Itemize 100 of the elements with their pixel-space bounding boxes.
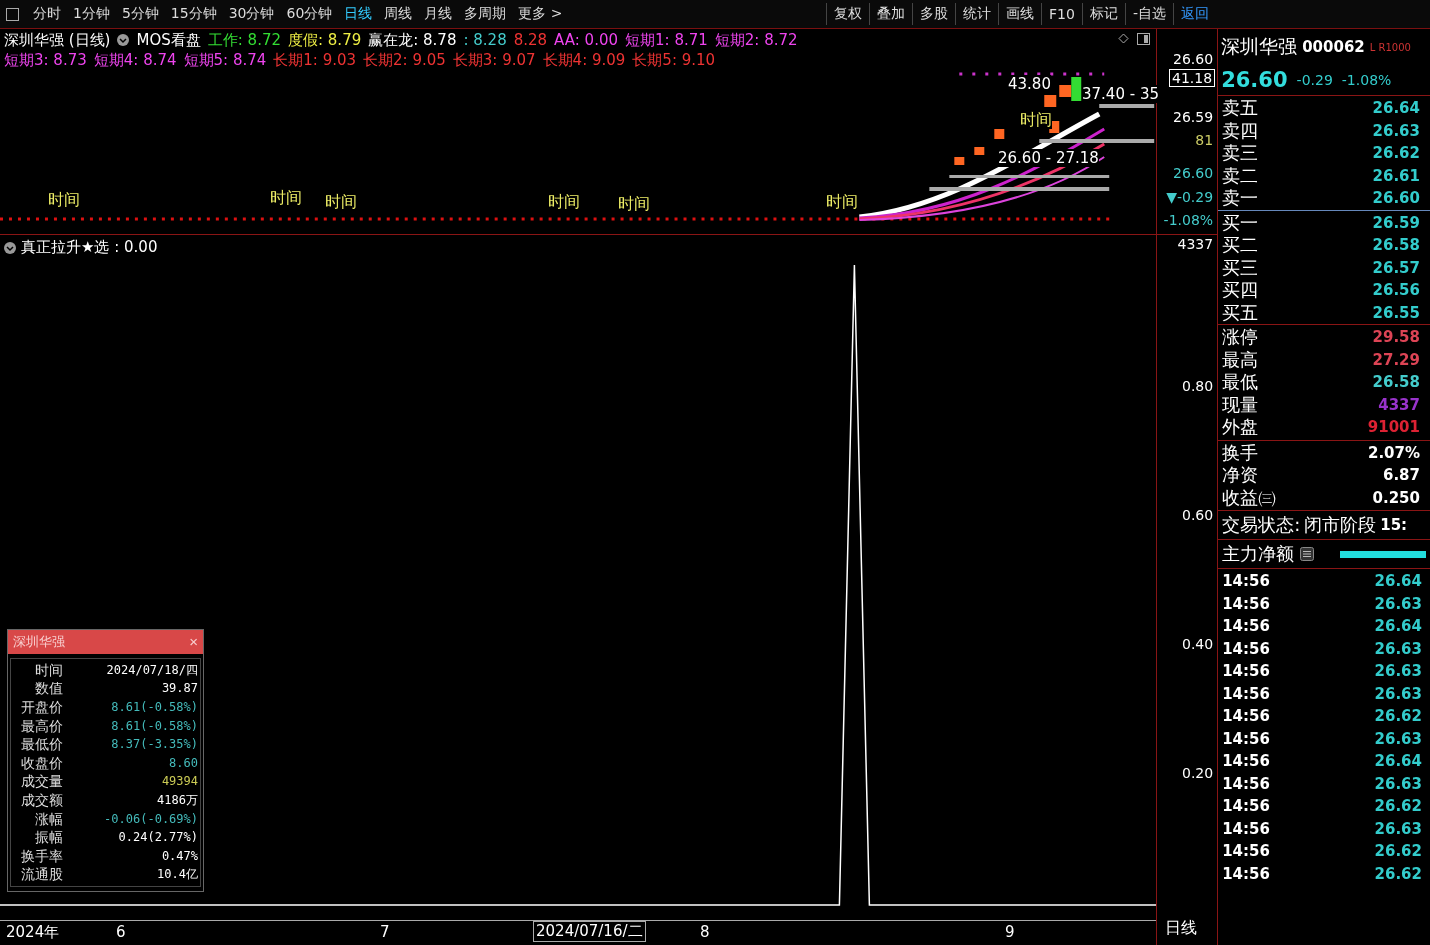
stat-value: 91001 bbox=[1367, 418, 1420, 437]
field-label: 涨幅 bbox=[34, 809, 63, 829]
legend-value: 短期2: 8.72 bbox=[714, 30, 798, 50]
legend-value: 长期5: 9.10 bbox=[632, 50, 716, 70]
toolbar-button[interactable]: 复权 bbox=[826, 3, 870, 25]
price-change: -0.29 bbox=[1296, 72, 1333, 88]
chart-label: 时间 bbox=[826, 193, 858, 211]
trade-price: 26.64 bbox=[1374, 752, 1422, 771]
toolbar-button[interactable]: 标记 bbox=[1081, 3, 1125, 25]
chart-label: 37.40 - 35 bbox=[1082, 85, 1159, 103]
toolbar-button[interactable]: 多股 bbox=[912, 3, 956, 25]
stat-label: 现量 bbox=[1222, 392, 1259, 417]
legend-value: 长期2: 9.05 bbox=[363, 50, 446, 70]
field-label: 振幅 bbox=[34, 828, 63, 847]
window-toggle-icon[interactable] bbox=[6, 7, 19, 21]
order-price: 26.63 bbox=[1372, 121, 1420, 140]
stat-value: 29.58 bbox=[1372, 328, 1420, 347]
stat-value: 4337 bbox=[1378, 395, 1420, 414]
dropdown-icon[interactable] bbox=[4, 241, 16, 254]
trade-price: 26.64 bbox=[1374, 572, 1422, 591]
field-value: 0.47% bbox=[161, 847, 198, 865]
period-tab[interactable]: 5分钟 bbox=[115, 3, 165, 25]
trade-price: 26.63 bbox=[1374, 639, 1422, 658]
period-tab[interactable]: 多周期 bbox=[458, 3, 513, 25]
field-value: 0.24(2.77%) bbox=[118, 829, 198, 847]
value-axis-label: 0.60 bbox=[1181, 507, 1214, 523]
period-tab[interactable]: 分时 bbox=[27, 3, 67, 25]
time-axis-label: 7 bbox=[380, 923, 390, 941]
trade-time: 14:56 bbox=[1222, 684, 1270, 703]
chart-label: 26.60 - 27.18 bbox=[998, 149, 1099, 167]
indicator-title: 真正拉升★选 : 0.00 bbox=[21, 238, 158, 257]
flow-label: 主力净额 bbox=[1222, 542, 1295, 566]
stat-value: 27.29 bbox=[1372, 350, 1420, 369]
trade-price: 26.63 bbox=[1374, 819, 1422, 838]
trade-time: 14:56 bbox=[1222, 864, 1270, 883]
stock-name: 深圳华强 bbox=[1221, 34, 1298, 59]
dropdown-icon[interactable] bbox=[117, 34, 130, 46]
candle bbox=[994, 129, 1005, 139]
chart-label: 时间 bbox=[548, 193, 580, 211]
toolbar-button[interactable]: 叠加 bbox=[869, 3, 913, 25]
legend-value: 工作: 8.72 bbox=[207, 30, 281, 50]
period-tab[interactable]: 月线 bbox=[418, 3, 459, 25]
stat-label: 涨停 bbox=[1222, 325, 1259, 350]
time-axis-label: 8 bbox=[700, 923, 710, 941]
legend-value: 短期4: 8.74 bbox=[93, 50, 177, 70]
field-label: 最高价 bbox=[20, 716, 63, 736]
toolbar-button[interactable]: 统计 bbox=[955, 3, 999, 25]
field-value: 2024/07/18/四 bbox=[106, 661, 198, 679]
period-tab[interactable]: 15分钟 bbox=[164, 3, 223, 25]
order-level-label: 卖二 bbox=[1222, 163, 1259, 188]
last-price: 26.60 bbox=[1221, 68, 1288, 92]
order-level-label: 卖一 bbox=[1222, 186, 1259, 211]
order-level-label: 买一 bbox=[1222, 210, 1259, 235]
legend-value: 短期1: 8.71 bbox=[625, 30, 708, 50]
list-icon[interactable] bbox=[1300, 547, 1315, 561]
time-axis-label: 2024年 bbox=[6, 923, 60, 942]
trade-price: 26.62 bbox=[1374, 707, 1422, 726]
trade-time: 14:56 bbox=[1222, 662, 1270, 681]
trade-time: 14:56 bbox=[1222, 639, 1270, 658]
field-value: 8.61(-0.58%) bbox=[111, 699, 198, 717]
legend-value: 长期3: 9.07 bbox=[452, 50, 536, 70]
order-level-label: 买二 bbox=[1222, 233, 1259, 258]
toolbar-button[interactable]: F10 bbox=[1041, 3, 1082, 25]
trade-time: 14:56 bbox=[1222, 842, 1270, 861]
order-level-label: 卖四 bbox=[1222, 118, 1259, 143]
panel-icon[interactable] bbox=[1137, 33, 1151, 45]
period-tab[interactable]: 日线 bbox=[338, 3, 379, 25]
toolbar-button[interactable]: 画线 bbox=[998, 3, 1042, 25]
trade-time: 14:56 bbox=[1222, 707, 1270, 726]
trade-price: 26.62 bbox=[1374, 864, 1422, 883]
trade-time: 14:56 bbox=[1222, 819, 1270, 838]
diamond-icon[interactable] bbox=[1118, 33, 1130, 44]
stat-value: 2.07% bbox=[1367, 443, 1420, 462]
price-axis-label: -1.08% bbox=[1163, 212, 1214, 228]
price-axis-label: ▼-0.29 bbox=[1166, 189, 1214, 205]
legend-value: 长期4: 9.09 bbox=[542, 50, 626, 70]
period-tab[interactable]: 60分钟 bbox=[280, 3, 339, 25]
trade-time: 14:56 bbox=[1222, 774, 1270, 793]
field-value: 4186万 bbox=[157, 792, 198, 810]
period-tab[interactable]: 周线 bbox=[378, 3, 419, 25]
field-value: 49394 bbox=[161, 773, 198, 791]
period-tab[interactable]: 1分钟 bbox=[67, 3, 116, 25]
toolbar-button[interactable]: 返回 bbox=[1173, 3, 1216, 25]
time-axis-label: 9 bbox=[1005, 923, 1015, 941]
order-level-label: 卖五 bbox=[1222, 96, 1259, 121]
status-time: 15: bbox=[1380, 516, 1408, 534]
candle bbox=[1044, 95, 1057, 107]
trade-price: 26.63 bbox=[1374, 729, 1422, 748]
field-value: 8.61(-0.58%) bbox=[111, 717, 198, 735]
price-axis-label: 81 bbox=[1195, 132, 1214, 148]
field-label: 时间 bbox=[34, 660, 63, 680]
order-level-label: 买四 bbox=[1222, 278, 1259, 303]
stat-label: 最低 bbox=[1222, 370, 1259, 395]
field-label: 数值 bbox=[34, 679, 63, 699]
period-tab[interactable]: 更多 > bbox=[512, 3, 569, 25]
toolbar-button[interactable]: -自选 bbox=[1124, 3, 1173, 25]
stock-code: 000062 bbox=[1302, 38, 1365, 56]
legend-value: MOS看盘 bbox=[136, 30, 201, 50]
period-tab[interactable]: 30分钟 bbox=[222, 3, 281, 25]
stat-label: 外盘 bbox=[1222, 415, 1259, 440]
